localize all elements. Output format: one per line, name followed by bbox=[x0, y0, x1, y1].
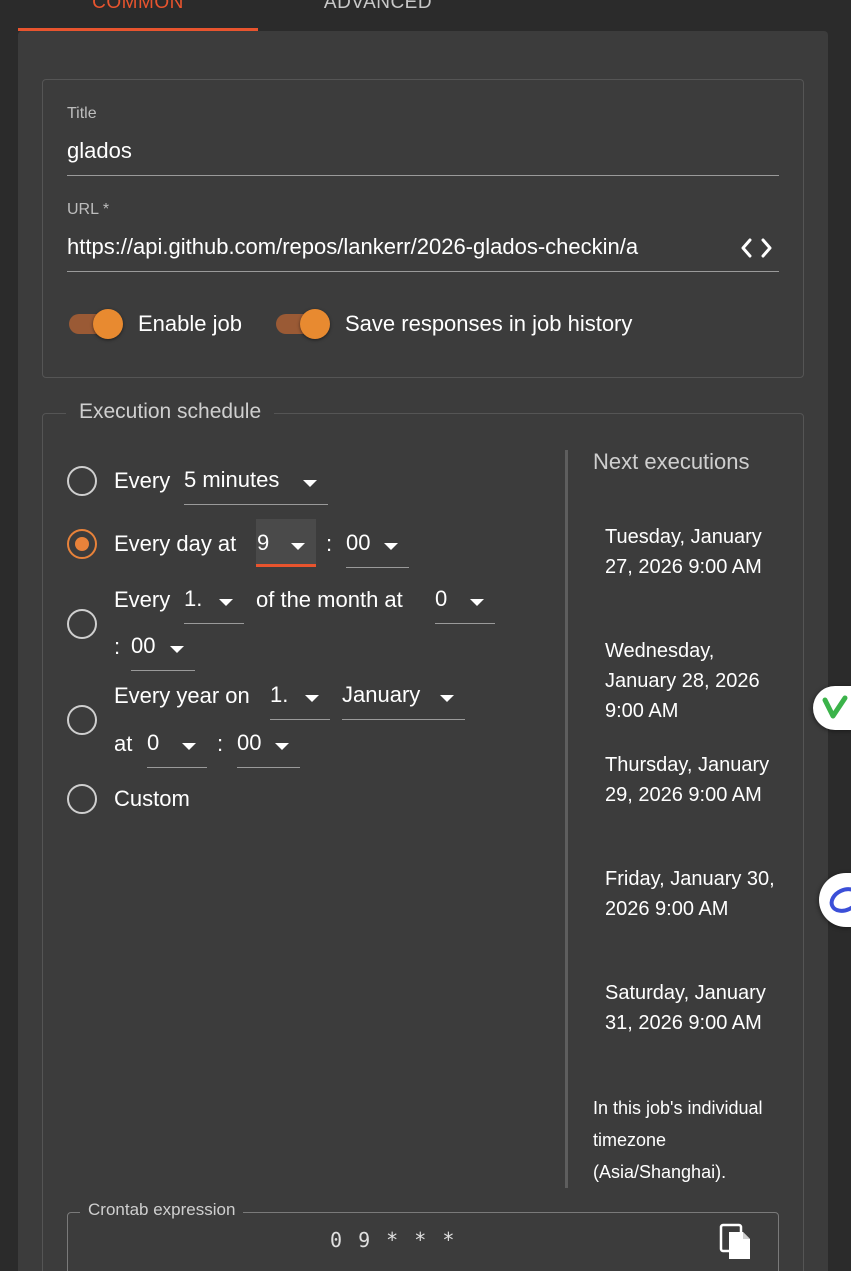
toggle-thumb bbox=[93, 309, 123, 339]
radio-custom[interactable] bbox=[67, 784, 97, 814]
chevron-down-icon bbox=[182, 743, 196, 750]
schedule-divider bbox=[565, 450, 568, 1188]
day-hour-select[interactable]: 9 bbox=[256, 519, 316, 567]
title-underline bbox=[67, 175, 779, 176]
next-execution-item: Thursday, January 29, 2026 9:00 AM bbox=[605, 754, 770, 806]
chevron-down-icon bbox=[384, 543, 398, 550]
chevron-down-icon bbox=[170, 646, 184, 653]
radio-every-month[interactable] bbox=[67, 609, 97, 639]
check-logo-icon bbox=[822, 695, 848, 719]
year-hour-select[interactable]: 0 bbox=[147, 720, 207, 768]
every-year-prefix: Every year on bbox=[114, 683, 250, 708]
assistant-logo-icon bbox=[829, 887, 851, 913]
day-minute-value: 00 bbox=[346, 530, 371, 555]
year-month-value: January bbox=[342, 682, 421, 707]
title-label: Title bbox=[67, 105, 97, 122]
save-responses-label: Save responses in job history bbox=[345, 311, 633, 336]
year-minute-select[interactable]: 00 bbox=[237, 720, 300, 768]
url-label: URL * bbox=[67, 201, 110, 218]
save-responses-toggle[interactable] bbox=[274, 307, 332, 341]
chevron-down-icon bbox=[440, 695, 454, 702]
month-middle-text: of the month at bbox=[256, 587, 403, 612]
every-day-prefix: Every day at bbox=[114, 531, 237, 556]
execution-schedule-legend: Execution schedule bbox=[66, 400, 275, 424]
minutes-interval-select[interactable]: 5 minutes bbox=[184, 457, 328, 505]
year-at-text: at bbox=[114, 731, 133, 756]
next-execution-item: Saturday, January 31, 2026 9:00 AM bbox=[605, 982, 766, 1034]
tab-advanced[interactable]: ADVANCED bbox=[258, 0, 498, 30]
year-minute-value: 00 bbox=[237, 730, 262, 755]
side-assistant-button[interactable] bbox=[819, 873, 851, 927]
every-month-prefix: Every bbox=[114, 587, 171, 612]
timezone-note: In this job's individual timezone (Asia/… bbox=[593, 1098, 763, 1182]
chevron-down-icon bbox=[470, 599, 484, 606]
radio-every-minutes[interactable] bbox=[67, 466, 97, 496]
chevron-down-icon bbox=[303, 480, 317, 487]
url-input[interactable]: https://api.github.com/repos/lankerr/202… bbox=[67, 234, 723, 260]
month-day-select[interactable]: 1. bbox=[184, 576, 244, 624]
custom-label: Custom bbox=[114, 786, 190, 811]
next-execution-item: Tuesday, January 27, 2026 9:00 AM bbox=[605, 526, 762, 578]
crontab-label: Crontab expression bbox=[80, 1200, 244, 1220]
month-hour-value: 0 bbox=[435, 586, 448, 611]
month-minute-value: 00 bbox=[131, 633, 156, 658]
next-execution-item: Friday, January 30, 2026 9:00 AM bbox=[605, 868, 775, 920]
chevron-down-icon bbox=[291, 543, 305, 550]
day-time-separator: : bbox=[326, 531, 333, 556]
toggle-thumb bbox=[300, 309, 330, 339]
url-underline bbox=[67, 271, 779, 272]
month-time-separator: : bbox=[114, 634, 121, 659]
code-icon[interactable] bbox=[740, 235, 774, 261]
crontab-value: 0 9 * * * bbox=[330, 1228, 457, 1252]
chevron-down-icon bbox=[275, 743, 289, 750]
month-minute-select[interactable]: 00 bbox=[131, 623, 195, 671]
radio-every-day[interactable] bbox=[67, 529, 97, 559]
side-widget-button[interactable] bbox=[813, 686, 851, 730]
year-day-select[interactable]: 1. bbox=[270, 672, 330, 720]
year-month-select[interactable]: January bbox=[342, 672, 465, 720]
day-minute-select[interactable]: 00 bbox=[346, 520, 409, 568]
day-hour-value: 9 bbox=[257, 530, 270, 555]
minutes-interval-value: 5 minutes bbox=[184, 467, 280, 492]
year-day-value: 1. bbox=[270, 682, 289, 707]
month-hour-select[interactable]: 0 bbox=[435, 576, 495, 624]
year-hour-value: 0 bbox=[147, 730, 160, 755]
next-executions-title: Next executions bbox=[593, 449, 750, 474]
tab-common[interactable]: COMMON bbox=[18, 0, 258, 30]
radio-every-year[interactable] bbox=[67, 705, 97, 735]
copy-icon[interactable] bbox=[718, 1222, 752, 1262]
enable-job-toggle[interactable] bbox=[67, 307, 125, 341]
next-execution-item: Wednesday, January 28, 2026 9:00 AM bbox=[605, 640, 760, 722]
chevron-down-icon bbox=[219, 599, 233, 606]
title-input[interactable]: glados bbox=[67, 138, 767, 164]
every-minutes-prefix: Every bbox=[114, 468, 171, 493]
enable-job-label: Enable job bbox=[138, 311, 242, 336]
month-day-value: 1. bbox=[184, 586, 203, 611]
chevron-down-icon bbox=[305, 695, 319, 702]
year-time-separator: : bbox=[217, 731, 224, 756]
